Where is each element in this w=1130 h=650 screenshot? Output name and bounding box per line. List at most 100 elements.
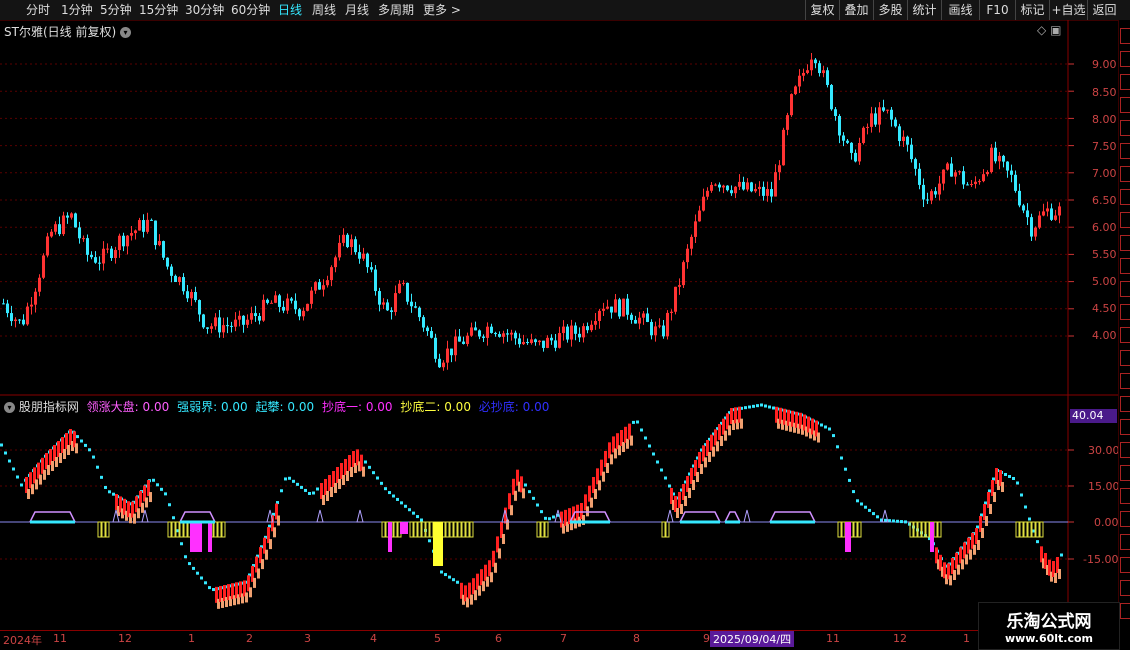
side-tab[interactable]: [1120, 120, 1130, 136]
support-block: [724, 430, 727, 441]
side-tab[interactable]: [1120, 281, 1130, 297]
support-block: [740, 418, 743, 429]
support-block: [728, 425, 731, 436]
oscillator-dot: [664, 476, 667, 480]
side-tab[interactable]: [1120, 488, 1130, 504]
oscillator-dot: [904, 520, 907, 524]
signal-bar-outline: [167, 521, 172, 538]
side-tab[interactable]: [1120, 74, 1130, 90]
candle-body: [638, 317, 641, 324]
side-info-strip[interactable]: [1118, 20, 1130, 630]
signal-bar-outline: [417, 521, 422, 538]
side-tab[interactable]: [1120, 189, 1130, 205]
signal-bar-outline: [913, 521, 918, 538]
side-tab[interactable]: [1120, 396, 1130, 412]
draw-line-button[interactable]: 画线: [941, 0, 979, 20]
candle-body: [866, 126, 869, 128]
candle-body: [314, 282, 317, 291]
candle-body: [998, 155, 1001, 162]
side-tab[interactable]: [1120, 350, 1130, 366]
support-block: [253, 577, 256, 588]
side-tab[interactable]: [1120, 603, 1130, 619]
side-tab[interactable]: [1120, 327, 1130, 343]
period-tab-15min[interactable]: 15分钟: [139, 0, 178, 20]
back-button[interactable]: 返回: [1087, 0, 1121, 20]
crosshair-date-label: 2025/09/04/四: [710, 631, 795, 647]
candle-body: [414, 306, 417, 308]
oscillator-dot: [92, 455, 95, 459]
period-tab-1min[interactable]: 1分钟: [61, 0, 93, 20]
side-tab[interactable]: [1120, 465, 1130, 481]
side-tab[interactable]: [1120, 28, 1130, 44]
side-tab[interactable]: [1120, 258, 1130, 274]
candle-body: [434, 337, 437, 359]
period-tab-intraday[interactable]: 分时: [26, 0, 50, 20]
chevron-down-icon[interactable]: ▾: [4, 402, 15, 413]
multi-stock-button[interactable]: 多股: [873, 0, 907, 20]
adjust-button[interactable]: 复权: [805, 0, 839, 20]
oscillator-dot: [528, 490, 531, 494]
period-tab-multi[interactable]: 多周期: [378, 0, 414, 20]
price-tick: 5.00: [1092, 275, 1117, 288]
candle-body: [166, 257, 169, 267]
chart-canvas[interactable]: [0, 20, 1118, 630]
side-tab[interactable]: [1120, 51, 1130, 67]
side-tab[interactable]: [1120, 212, 1130, 228]
candlestick-series[interactable]: [2, 52, 1061, 371]
side-tab[interactable]: [1120, 143, 1130, 159]
f10-button[interactable]: F10: [979, 0, 1015, 20]
side-tab[interactable]: [1120, 580, 1130, 596]
legend-lead-market: 领涨大盘: 0.00: [86, 400, 170, 414]
candle-body: [10, 313, 13, 322]
oscillator-dot: [444, 573, 447, 577]
overlay-button[interactable]: 叠加: [839, 0, 873, 20]
oscillator-dot: [856, 499, 859, 503]
side-tab[interactable]: [1120, 166, 1130, 182]
oscillator-dot: [892, 519, 895, 523]
candle-body: [454, 336, 457, 356]
period-tab-weekly[interactable]: 周线: [312, 0, 336, 20]
period-tab-60min[interactable]: 60分钟: [231, 0, 270, 20]
side-tab[interactable]: [1120, 419, 1130, 435]
period-tab-monthly[interactable]: 月线: [345, 0, 369, 20]
oscillator-dot: [872, 512, 875, 516]
support-block: [684, 496, 687, 506]
add-favorite-button[interactable]: +自选: [1049, 0, 1087, 20]
candle-body: [586, 326, 589, 331]
window-icon[interactable]: ▣: [1050, 23, 1061, 37]
signal-bar-outline: [921, 521, 926, 538]
oscillator-dot: [372, 471, 375, 475]
side-tab[interactable]: [1120, 511, 1130, 527]
chevron-down-icon[interactable]: ▾: [119, 27, 131, 38]
signal-bar-outline: [933, 521, 938, 538]
price-tick: 8.00: [1092, 113, 1117, 126]
signal-bar-outline: [841, 521, 846, 538]
period-tab-30min[interactable]: 30分钟: [185, 0, 224, 20]
diamond-icon[interactable]: ◇: [1037, 23, 1046, 37]
side-tab[interactable]: [1120, 97, 1130, 113]
side-tab[interactable]: [1120, 304, 1130, 320]
side-tab[interactable]: [1120, 373, 1130, 389]
candle-body: [266, 299, 269, 303]
period-tab-more[interactable]: 更多 >: [423, 0, 461, 20]
mark-button[interactable]: 标记: [1015, 0, 1049, 20]
support-block: [965, 554, 968, 565]
signal-bar-outline: [179, 521, 184, 538]
support-block: [704, 457, 707, 468]
support-block: [953, 570, 956, 580]
side-tab[interactable]: [1120, 235, 1130, 251]
statistics-button[interactable]: 统计: [907, 0, 941, 20]
indicator-series[interactable]: [0, 20, 1063, 630]
date-axis: 2024年 11 12 1 2 3 4 5 6 7 8 9 11 12 1 20…: [0, 630, 1115, 647]
candle-body: [614, 299, 617, 313]
signal-bar-outline: [221, 521, 226, 538]
side-tab[interactable]: [1120, 534, 1130, 550]
oscillator-dot: [96, 465, 99, 469]
candle-body: [910, 144, 913, 160]
side-tab[interactable]: [1120, 557, 1130, 573]
period-tab-daily[interactable]: 日线: [278, 0, 302, 20]
oscillator-dot: [836, 445, 839, 449]
period-tab-5min[interactable]: 5分钟: [100, 0, 132, 20]
oscillator-dot: [152, 478, 155, 482]
side-tab[interactable]: [1120, 442, 1130, 458]
